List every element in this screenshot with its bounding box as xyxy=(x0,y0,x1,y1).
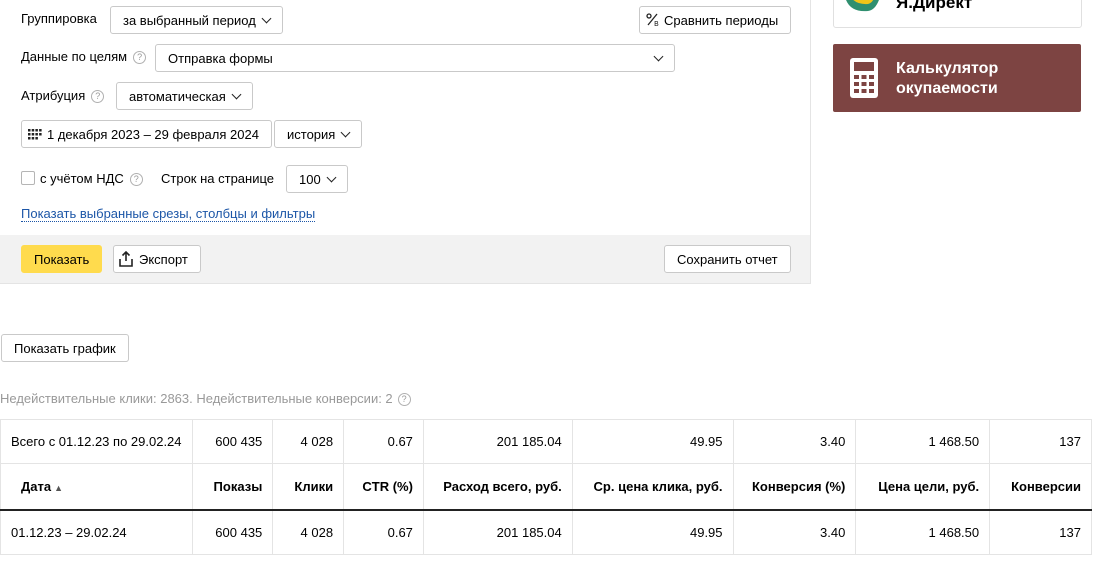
roi-calculator-title: Калькулятор окупаемости xyxy=(896,60,999,97)
percent-compare-icon: B xyxy=(646,13,659,27)
vat-checkbox[interactable] xyxy=(21,171,35,185)
table-header-row: Дата ▲ Показы Клики CTR (%) Расход всего,… xyxy=(0,463,1092,511)
rows-per-page-label: Строк на странице xyxy=(161,171,275,186)
header-clicks[interactable]: Клики xyxy=(272,463,345,511)
chevron-down-icon xyxy=(326,172,337,182)
statistics-table: Всего с 01.12.23 по 29.02.24 600 435 4 0… xyxy=(0,419,1092,555)
show-slices-link[interactable]: Показать выбранные срезы, столбцы и филь… xyxy=(21,207,316,222)
row-impressions-cell: 600 435 xyxy=(191,509,274,555)
goals-value: Отправка формы xyxy=(168,50,273,66)
chevron-down-icon xyxy=(231,89,242,99)
report-settings-panel: Группировка за выбранный период B Сравни… xyxy=(0,0,811,284)
help-icon[interactable]: ? xyxy=(133,51,147,64)
total-cpc-cell: 49.95 xyxy=(571,419,734,464)
total-conversions-cell: 137 xyxy=(989,419,1092,464)
total-ctr-cell: 0.67 xyxy=(343,419,424,464)
row-clicks-cell: 4 028 xyxy=(272,509,345,555)
total-clicks-cell: 4 028 xyxy=(272,419,345,464)
header-ctr[interactable]: CTR (%) xyxy=(343,463,424,511)
table-row: 01.12.23 – 29.02.24 600 435 4 028 0.67 2… xyxy=(0,509,1092,555)
row-cpc-cell: 49.95 xyxy=(571,509,734,555)
row-conversion-rate-cell: 3.40 xyxy=(732,509,857,555)
total-cost-per-goal-cell: 1 468.50 xyxy=(855,419,991,464)
attribution-value: автоматическая xyxy=(129,88,226,104)
show-chart-label: Показать график xyxy=(14,340,116,356)
total-spend-cell: 201 185.04 xyxy=(422,419,573,464)
header-conversions[interactable]: Конверсии xyxy=(989,463,1092,511)
table-total-row: Всего с 01.12.23 по 29.02.24 600 435 4 0… xyxy=(0,419,1092,464)
header-cpc[interactable]: Ср. цена клика, руб. xyxy=(571,463,734,511)
total-conversion-rate-cell: 3.40 xyxy=(732,419,857,464)
sort-asc-icon: ▲ xyxy=(54,482,64,493)
grouping-select[interactable]: за выбранный период xyxy=(110,6,283,34)
attribution-label: Атрибуция? xyxy=(21,88,105,104)
header-date[interactable]: Дата ▲ xyxy=(0,463,193,511)
row-ctr-cell: 0.67 xyxy=(343,509,424,555)
help-icon[interactable]: ? xyxy=(397,393,411,406)
attribution-select[interactable]: автоматическая xyxy=(116,82,253,110)
row-date-cell: 01.12.23 – 29.02.24 xyxy=(0,509,193,555)
header-cost-per-goal[interactable]: Цена цели, руб. xyxy=(855,463,991,511)
grouping-value: за выбранный период xyxy=(123,12,256,28)
total-impressions-cell: 600 435 xyxy=(191,419,274,464)
row-cost-per-goal-cell: 1 468.50 xyxy=(855,509,991,555)
chevron-down-icon xyxy=(261,13,272,23)
history-select[interactable]: история xyxy=(274,120,363,148)
header-spend[interactable]: Расход всего, руб. xyxy=(422,463,573,511)
export-icon xyxy=(119,251,133,267)
export-button[interactable]: Экспорт xyxy=(113,245,201,273)
export-button-label: Экспорт xyxy=(139,251,188,267)
save-report-label: Сохранить отчет xyxy=(677,251,778,267)
help-icon[interactable]: ? xyxy=(129,173,143,186)
calendar-icon xyxy=(28,128,42,139)
invalid-traffic-note: Недействительные клики: 2863. Недействит… xyxy=(0,391,411,406)
chevron-down-icon xyxy=(340,127,351,137)
header-conversion-rate[interactable]: Конверсия (%) xyxy=(732,463,857,511)
svg-text:B: B xyxy=(654,20,659,27)
show-button-label: Показать xyxy=(34,251,90,267)
direct-logo-icon xyxy=(846,0,879,12)
goals-label: Данные по целям? xyxy=(21,49,147,65)
calculator-icon xyxy=(850,58,878,98)
total-period-cell: Всего с 01.12.23 по 29.02.24 xyxy=(0,419,193,464)
date-range-picker[interactable]: 1 декабря 2023 – 29 февраля 2024 xyxy=(21,120,272,148)
compare-periods-label: Сравнить периоды xyxy=(664,12,779,28)
vat-label: с учётом НДС? xyxy=(40,171,143,187)
chevron-down-icon xyxy=(653,51,664,61)
date-range-value: 1 декабря 2023 – 29 февраля 2024 xyxy=(47,126,259,142)
rows-per-page-select[interactable]: 100 xyxy=(286,165,348,193)
goals-select[interactable]: Отправка формы xyxy=(155,44,675,72)
help-icon[interactable]: ? xyxy=(91,90,105,103)
rows-per-page-value: 100 xyxy=(299,171,321,187)
show-button[interactable]: Показать xyxy=(21,245,103,273)
direct-promo-card[interactable]: Я.Директ xyxy=(833,0,1082,28)
direct-promo-title: Я.Директ xyxy=(896,0,973,12)
grouping-label: Группировка xyxy=(21,11,97,26)
row-conversions-cell: 137 xyxy=(989,509,1092,555)
show-chart-button[interactable]: Показать график xyxy=(1,334,129,362)
save-report-button[interactable]: Сохранить отчет xyxy=(664,245,791,273)
history-value: история xyxy=(287,126,336,142)
row-spend-cell: 201 185.04 xyxy=(422,509,573,555)
compare-periods-button[interactable]: B Сравнить периоды xyxy=(639,6,792,34)
roi-calculator-banner[interactable]: Калькулятор окупаемости xyxy=(833,44,1081,112)
header-impressions[interactable]: Показы xyxy=(191,463,274,511)
